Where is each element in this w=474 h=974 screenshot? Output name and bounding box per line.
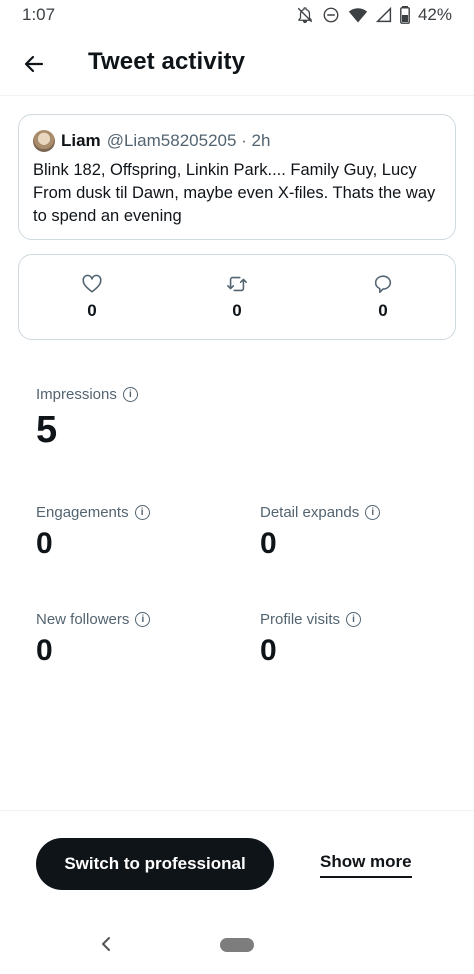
switch-to-professional-button[interactable]: Switch to professional (36, 838, 274, 890)
status-bar: 1:07 42% (0, 0, 474, 30)
arrow-left-icon (24, 55, 44, 73)
reply-icon (374, 275, 392, 294)
info-icon[interactable]: i (346, 612, 362, 627)
replies-stat: 0 (353, 273, 413, 321)
engagements-label: Engagements (36, 504, 129, 521)
cell-signal-icon (375, 7, 392, 23)
engagements-value: 0 (36, 527, 53, 560)
impressions-label-row: Impressions i (36, 386, 138, 403)
info-icon[interactable]: i (135, 612, 151, 627)
status-icons: 42% (296, 5, 452, 25)
avatar[interactable] (33, 130, 55, 152)
wifi-icon (348, 8, 368, 23)
system-home-pill[interactable] (220, 938, 254, 952)
retweet-icon (227, 276, 247, 292)
info-icon[interactable]: i (365, 505, 381, 520)
tweet-card[interactable]: Liam @Liam58205205 · 2h Blink 182, Offsp… (18, 114, 456, 240)
retweets-stat: 0 (207, 273, 267, 321)
impressions-metric: Impressions i 5 (36, 386, 138, 453)
battery-level: 42% (417, 5, 452, 24)
profile-visits-metric: Profile visits i 0 (260, 611, 362, 670)
engagements-label-row: Engagements i (36, 504, 150, 521)
tweet-author-name[interactable]: Liam (61, 131, 101, 151)
info-icon[interactable]: i (134, 505, 150, 520)
likes-count: 0 (87, 301, 97, 320)
profile-visits-label: Profile visits (260, 611, 341, 628)
new-followers-metric: New followers i 0 (36, 611, 151, 670)
heart-icon (82, 274, 102, 293)
tweet-author-handle: @Liam58205205 · 2h (106, 131, 271, 150)
chevron-left-icon (102, 937, 110, 951)
impressions-label: Impressions (36, 386, 117, 403)
status-time: 1:07 (22, 5, 56, 24)
do-not-disturb-icon (323, 7, 339, 23)
detail-expands-label: Detail expands (260, 504, 360, 521)
show-more-link[interactable]: Show more (320, 852, 412, 878)
header: Tweet activity (0, 30, 474, 96)
engagements-metric: Engagements i 0 (36, 504, 150, 563)
detail-expands-label-row: Detail expands i (260, 504, 381, 521)
retweets-count: 0 (232, 301, 242, 320)
tweet-header: Liam @Liam58205205 · 2h (33, 129, 441, 153)
impressions-value: 5 (36, 409, 58, 451)
likes-stat: 0 (62, 273, 122, 321)
page-title: Tweet activity (88, 48, 246, 75)
system-back-button[interactable] (96, 934, 116, 954)
info-icon[interactable]: i (122, 387, 138, 402)
engagement-card: 0 0 0 (18, 254, 456, 340)
back-button[interactable] (20, 50, 48, 78)
battery-icon (400, 6, 410, 24)
new-followers-label-row: New followers i (36, 611, 151, 628)
tweet-activity-screen: 1:07 42% Tweet activity Liam @Liam582052… (0, 0, 474, 974)
detail-expands-value: 0 (260, 527, 277, 560)
detail-expands-metric: Detail expands i 0 (260, 504, 381, 563)
profile-visits-label-row: Profile visits i (260, 611, 362, 628)
notifications-off-icon (297, 7, 313, 24)
profile-visits-value: 0 (260, 634, 277, 667)
replies-count: 0 (378, 301, 388, 320)
new-followers-label: New followers (36, 611, 130, 628)
new-followers-value: 0 (36, 634, 53, 667)
tweet-text: Blink 182, Offspring, Linkin Park.... Fa… (33, 161, 436, 225)
bottom-divider (0, 810, 474, 811)
